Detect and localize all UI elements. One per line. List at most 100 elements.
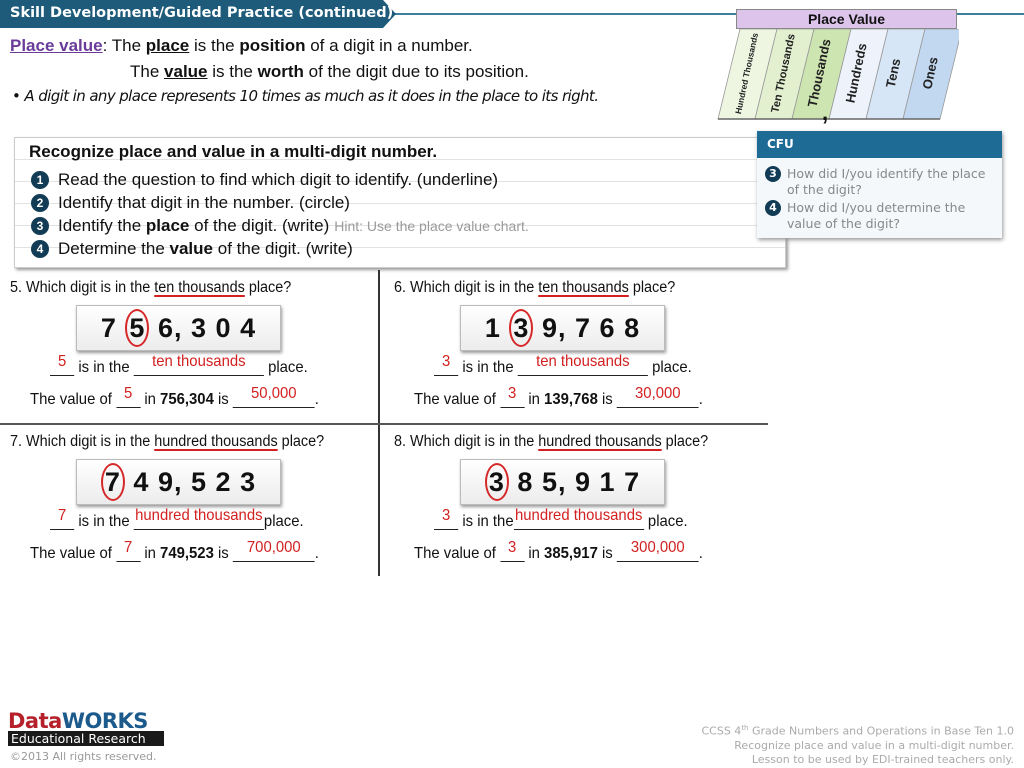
text: The [130,62,165,81]
text: is [213,545,233,562]
place-blank[interactable]: hundred thousands [133,507,264,530]
value-answer-line: The value of 3 in 385,917 is 300,000. [414,539,703,563]
value-definition: The value is the worth of the digit due … [130,62,529,82]
step-text: Identify the [58,216,142,235]
text: The value of [414,391,501,408]
text: . [698,545,703,562]
digit: 9 [575,467,592,497]
underlined-place: ten thousands [538,279,629,296]
digit: 9 [541,313,558,343]
text: . [314,391,319,408]
digit-blank[interactable]: 5 [116,385,141,408]
value-blank[interactable]: 50,000 [232,385,315,408]
text: Grade Numbers and Operations in Base Ten… [748,724,1014,738]
text: is the [207,62,258,81]
text: Which digit is in the [410,279,539,296]
step-text: Determine the [58,239,165,258]
value-answer-line: The value of 7 in 749,523 is 700,000. [30,539,319,563]
value-blank[interactable]: 300,000 [616,539,699,562]
copyright: ©2013 All rights reserved. [10,750,157,763]
question-number: 5. [10,279,23,296]
digit-blank[interactable]: 7 [116,539,141,562]
ccss-line: Lesson to be used by EDI-trained teacher… [751,752,1014,766]
text: th [741,724,749,732]
place-blank[interactable]: hundred thousands [513,507,644,530]
text: . [314,545,319,562]
problem-7: 7. Which digit is in the hundred thousan… [0,425,380,575]
text: of a digit in a number. [305,36,473,55]
number-card: 7 4 9, 5 2 3 [76,459,281,505]
place-blank[interactable]: ten thousands [133,353,264,376]
place-value-chart-title: Place Value [736,9,957,29]
number-card: 1 3 9, 7 6 8 [460,305,665,351]
text: Which digit is in the [410,433,539,450]
question-number: 8. [394,433,407,450]
text: is in the [74,513,134,530]
place-answer-line: 5 is in the ten thousands place. [50,353,308,377]
text: Which digit is in the [26,433,155,450]
step-text: of the digit. (write) [217,239,353,258]
question-number: 6. [394,279,407,296]
keyword-value: value [169,239,213,258]
digit: 8 [517,467,534,497]
circled-digit: 5 [125,308,150,347]
circled-digit: 3 [509,308,534,347]
comma-separator: , [822,100,829,125]
underlined-place: hundred thousands [538,433,662,450]
text: is [213,391,233,408]
digit: 1 [599,467,616,497]
text: . [698,391,703,408]
digit: 7 [624,467,641,497]
text: CCSS 4 [701,724,742,738]
text: place. [263,513,304,530]
step-3: 3 Identify the place of the digit. (writ… [31,216,529,236]
step-number-icon: 2 [31,194,49,212]
place-answer-line: 7 is in the hundred thousandsplace. [50,507,304,531]
place-value-chart: Hundred Thousands Ten Thousands Thousands H… [717,29,959,120]
digit-blank[interactable]: 3 [434,353,459,376]
digit-blank[interactable]: 3 [434,507,459,530]
digit-blank[interactable]: 5 [50,353,75,376]
place-value-rule: • A digit in any place represents 10 tim… [12,87,599,105]
text: The value of [30,391,117,408]
text: place. [263,359,308,376]
text: in [524,391,545,408]
digit: , [173,467,183,497]
text: The value of [30,545,117,562]
digit-blank[interactable]: 3 [500,385,525,408]
question: 8. Which digit is in the hundred thousan… [394,433,708,451]
digit-blank[interactable]: 7 [50,507,75,530]
cfu-question: 4 How did I/you determine the value of t… [765,200,1000,232]
step-number-icon: 4 [31,240,49,258]
text: is [597,545,617,562]
step-number-icon: 4 [765,200,781,216]
dataworks-logo: DataWORKS Educational Research [8,711,164,746]
text: The value of [414,545,501,562]
cfu-panel: CFU 3 How did I/you identify the place o… [757,131,1002,238]
question: 6. Which digit is in the ten thousands p… [394,279,675,297]
step-number-icon: 3 [31,217,49,235]
value-blank[interactable]: 30,000 [616,385,699,408]
text: in [140,545,161,562]
value-answer-line: The value of 3 in 139,768 is 30,000. [414,385,703,409]
step-number-icon: 3 [765,166,781,182]
underlined-place: ten thousands [154,279,245,296]
place-answer-line: 3 is in the ten thousands place. [434,353,692,377]
number-card: 3 8 5, 9 1 7 [460,459,665,505]
number: 385,917 [544,545,598,562]
text: place. [643,513,688,530]
question: 7. Which digit is in the hundred thousan… [10,433,324,451]
place-answer-line: 3 is in thehundred thousands place. [434,507,688,531]
value-blank[interactable]: 700,000 [232,539,315,562]
digit: , [173,313,183,343]
place-blank[interactable]: ten thousands [517,353,648,376]
text: is in the [458,359,518,376]
text: is [597,391,617,408]
value-answer-line: The value of 5 in 756,304 is 50,000. [30,385,319,409]
step-1: 1 Read the question to find which digit … [31,170,498,190]
digit-blank[interactable]: 3 [500,539,525,562]
digit: 7 [575,313,592,343]
digit: 5 [191,467,208,497]
digit: 1 [484,313,501,343]
logo-text: WORKS [61,709,149,733]
